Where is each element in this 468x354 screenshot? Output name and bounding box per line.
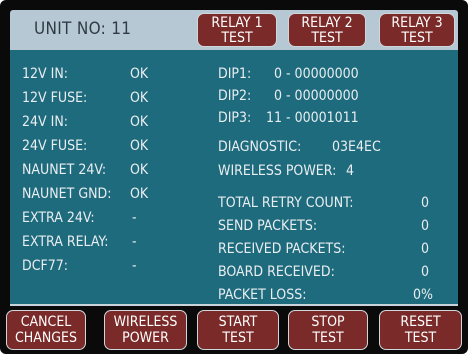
counter-value: 0 [421,264,430,280]
diagnostic-label: DIAGNOSTIC: [218,139,302,155]
status-value: OK [130,114,149,130]
wireless-power-label: WIRELESS POWER: [218,163,337,179]
wireless-power-button[interactable]: WIRELESS POWER [104,310,187,350]
status-label: 12V FUSE: [22,90,88,106]
diagnostic-value: 03E4EC [332,139,381,155]
dip-label: DIP1: [218,66,252,82]
button-label: START [218,314,258,330]
button-label: TEST [312,330,344,346]
dip-value: 0 - 00000000 [274,66,359,82]
status-value: OK [130,90,149,106]
status-label: EXTRA 24V: [22,210,95,226]
relay-3-test-button[interactable]: RELAY 3 TEST [379,13,455,47]
counter-label: TOTAL RETRY COUNT: [218,195,354,211]
button-label: RELAY 3 [391,15,443,31]
relay-2-test-button[interactable]: RELAY 2 TEST [288,13,366,47]
status-label: 24V IN: [22,114,69,130]
counter-value: 0 [421,195,430,211]
dip-value: 0 - 00000000 [274,88,359,104]
footer-bar: CANCEL CHANGES WIRELESS POWER START TEST… [0,306,468,354]
counter-value: 0 [421,241,430,257]
reset-test-button[interactable]: RESET TEST [379,310,462,350]
status-label: NAUNET GND: [22,186,112,202]
button-label: RESET [400,314,441,330]
wireless-power-value: 4 [346,163,355,179]
status-value: - [132,258,137,274]
status-value: OK [130,66,149,82]
status-value: - [132,210,137,226]
counter-value: 0% [413,287,433,303]
button-label: CANCEL [20,314,72,330]
cancel-changes-button[interactable]: CANCEL CHANGES [6,310,86,350]
counter-label: RECEIVED PACKETS: [218,241,346,257]
status-label: 24V FUSE: [22,138,88,154]
start-test-button[interactable]: START TEST [197,310,279,350]
status-panel: 12V IN: OK 12V FUSE: OK 24V IN: OK 24V F… [10,50,458,306]
button-label: RELAY 2 [301,15,353,31]
dip-value: 11 - 00001011 [266,110,359,126]
dip-label: DIP2: [218,88,252,104]
stop-test-button[interactable]: STOP TEST [288,310,368,350]
status-value: OK [130,162,149,178]
status-label: 12V IN: [22,66,69,82]
button-label: STOP [311,314,345,330]
button-label: WIRELESS [113,314,178,330]
button-label: TEST [311,30,343,46]
counter-value: 0 [421,218,430,234]
button-label: TEST [401,30,433,46]
button-label: TEST [404,330,437,346]
header-bar: UNIT NO: 11 RELAY 1 TEST RELAY 2 TEST RE… [10,10,458,50]
button-label: TEST [221,30,253,46]
button-label: POWER [122,330,169,346]
button-label: RELAY 1 [211,15,263,31]
dip-label: DIP3: [218,110,252,126]
counter-label: PACKET LOSS: [218,287,307,303]
status-value: OK [130,138,149,154]
counter-label: BOARD RECEIVED: [218,264,335,280]
counter-label: SEND PACKETS: [218,218,318,234]
relay-1-test-button[interactable]: RELAY 1 TEST [197,13,277,47]
status-value: OK [130,186,149,202]
unit-number-label: UNIT NO: 11 [34,19,132,39]
status-label: NAUNET 24V: [22,162,107,178]
status-value: - [132,234,137,250]
button-label: TEST [222,330,254,346]
device-screen: UNIT NO: 11 RELAY 1 TEST RELAY 2 TEST RE… [0,0,468,354]
button-label: CHANGES [14,330,78,346]
status-label: EXTRA RELAY: [22,234,109,250]
status-label: DCF77: [22,258,69,274]
